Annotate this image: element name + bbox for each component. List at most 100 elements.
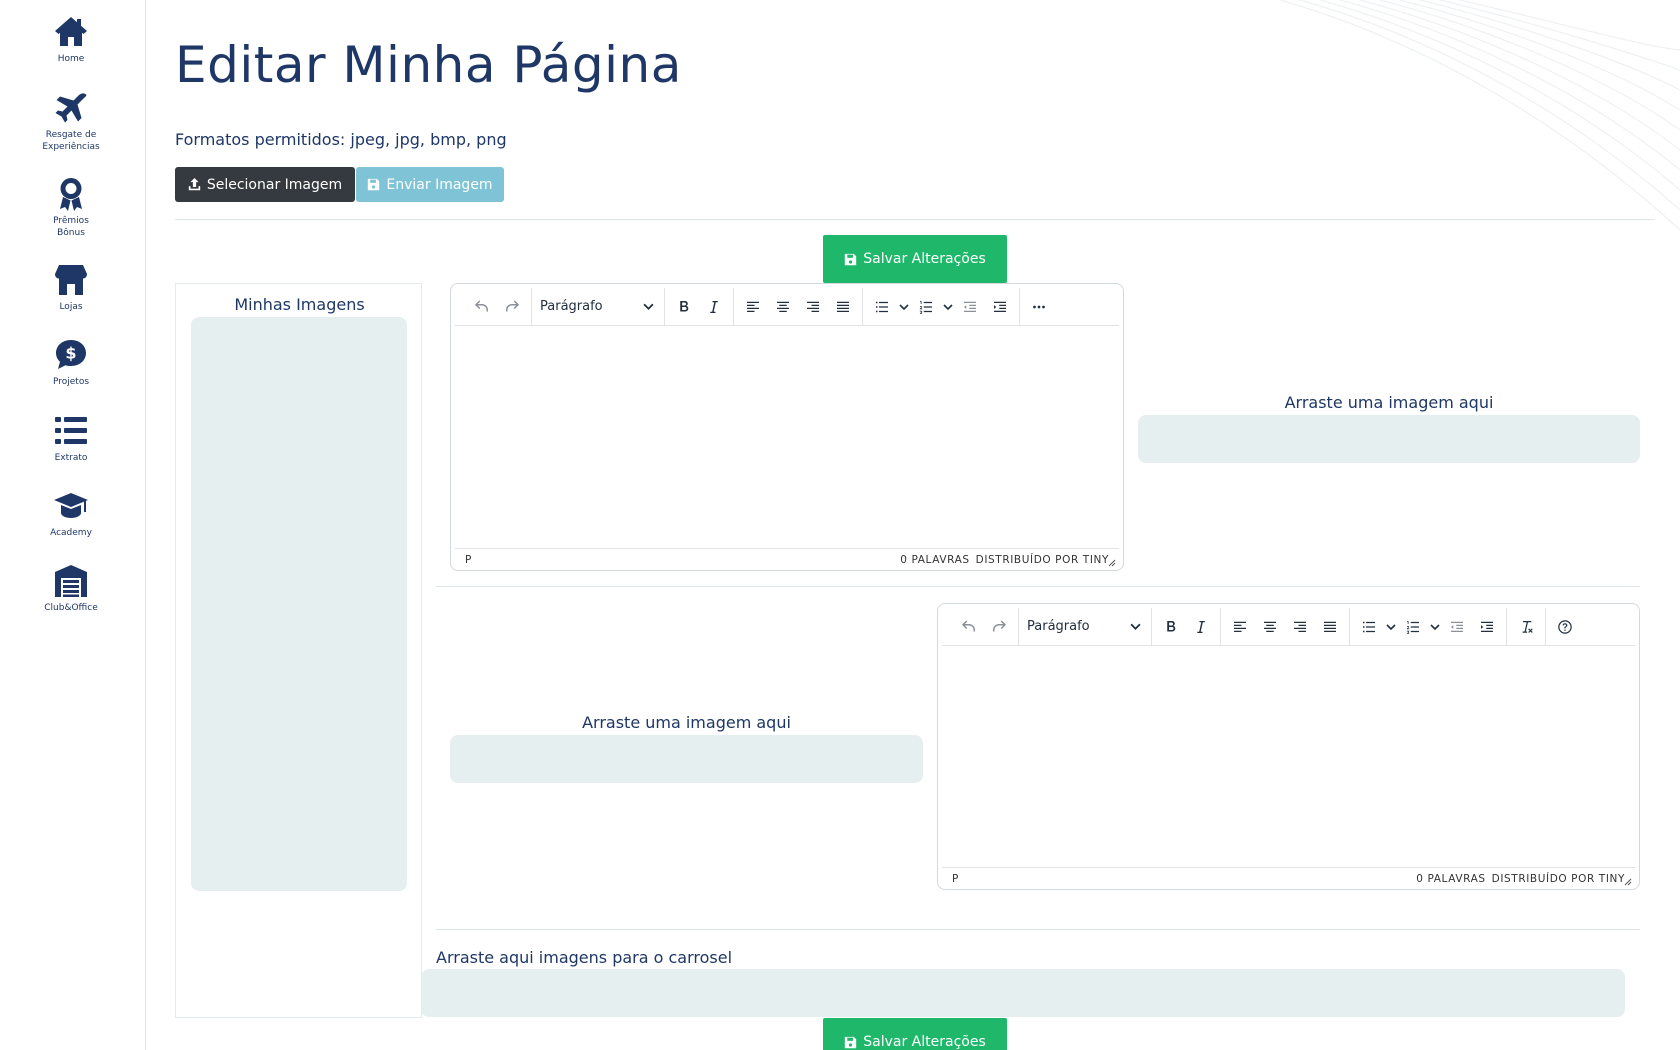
clear-formatting-button[interactable] [1511,612,1541,642]
chevron-down-icon [1130,623,1141,630]
image-dropzone-label-right: Arraste uma imagem aqui [1284,393,1494,412]
image-dropzone-label-left: Arraste uma imagem aqui [582,713,791,732]
sidebar-item-projects[interactable]: $ Projetos [0,337,142,388]
block-format-select[interactable]: Parágrafo [1023,612,1147,642]
indent-button[interactable] [1472,612,1502,642]
align-left-icon [1234,621,1246,632]
home-icon [55,17,87,46]
outdent-button[interactable] [1442,612,1472,642]
numbered-list-icon [919,300,932,314]
indent-button[interactable] [985,292,1015,322]
save-changes-button-bottom[interactable]: Salvar Alterações [823,1018,1007,1050]
align-center-button[interactable] [768,292,798,322]
sidebar-item-label: Club&Office [44,603,98,613]
redo-button[interactable] [984,612,1014,642]
italic-button[interactable] [1186,612,1216,642]
element-path[interactable]: P [952,873,959,885]
divider [436,929,1640,930]
floppy-disk-icon [845,1036,857,1048]
my-images-list[interactable] [191,317,407,891]
editor-statusbar: P 0 PALAVRAS DISTRIBUÍDO POR TINY [455,548,1119,570]
align-left-button[interactable] [1225,612,1255,642]
sidebar-item-label: Academy [50,528,92,538]
editor-content-area[interactable] [942,647,1635,865]
sidebar-item-stores[interactable]: Lojas [0,262,142,313]
outdent-button[interactable] [955,292,985,322]
rich-text-editor-2: Parágrafo P 0 PALAVRAS DISTRIBUÍDO POR T… [937,603,1640,890]
sidebar-item-label: Projetos [52,377,90,387]
list-icon [55,417,87,444]
word-count[interactable]: 0 PALAVRAS [900,554,969,566]
align-right-button[interactable] [1285,612,1315,642]
block-format-select[interactable]: Parágrafo [536,292,660,322]
send-image-label: Enviar Imagem [386,176,493,193]
outdent-icon [1451,621,1463,632]
sidebar-item-label: Prêmios Bônus [53,216,89,238]
chevron-down-icon [1430,623,1440,630]
resize-handle-icon[interactable] [1106,557,1116,567]
align-right-icon [807,301,819,312]
align-center-button[interactable] [1255,612,1285,642]
store-icon [55,265,87,295]
align-justify-button[interactable] [1315,612,1345,642]
sidebar-item-statement[interactable]: Extrato [0,413,142,464]
align-left-icon [747,301,759,312]
numbered-list-options[interactable] [941,292,955,322]
bold-button[interactable] [1156,612,1186,642]
floppy-disk-icon [845,253,857,265]
upload-icon [188,178,201,191]
sidebar-item-club-office[interactable]: Club&Office [0,563,142,614]
carousel-dropzone[interactable] [421,969,1625,1017]
align-justify-button[interactable] [828,292,858,322]
outdent-icon [964,301,976,312]
undo-button[interactable] [467,292,497,322]
image-dropzone-right[interactable] [1138,415,1640,463]
send-image-button[interactable]: Enviar Imagem [356,167,504,202]
word-count[interactable]: 0 PALAVRAS [1416,873,1485,885]
more-options-button[interactable] [1024,292,1054,322]
undo-button[interactable] [954,612,984,642]
select-image-label: Selecionar Imagem [206,176,343,193]
numbered-list-button[interactable] [1398,612,1428,642]
sidebar-item-home[interactable]: Home [0,14,142,65]
bullet-list-button[interactable] [867,292,897,322]
align-center-icon [1264,621,1276,632]
italic-button[interactable] [699,292,729,322]
help-button[interactable] [1550,612,1580,642]
chevron-down-icon [943,303,953,310]
numbered-list-options[interactable] [1428,612,1442,642]
bullet-list-options[interactable] [1384,612,1398,642]
my-images-title: Minhas Imagens [234,295,365,314]
align-left-button[interactable] [738,292,768,322]
italic-icon [1197,620,1205,633]
block-format-value: Parágrafo [1027,619,1090,634]
sidebar-item-bonus[interactable]: Prêmios Bônus [0,176,142,239]
svg-text:$: $ [65,344,76,363]
dollar-bubble-icon: $ [56,340,86,369]
chevron-down-icon [899,303,909,310]
tiny-branding-link[interactable]: DISTRIBUÍDO POR TINY [1492,873,1625,885]
align-right-button[interactable] [798,292,828,322]
tiny-branding-link[interactable]: DISTRIBUÍDO POR TINY [976,554,1109,566]
element-path[interactable]: P [465,554,472,566]
bold-icon [1167,620,1176,631]
bullet-list-options[interactable] [897,292,911,322]
sidebar-item-label: Resgate de Experiências [42,130,100,152]
bullet-list-button[interactable] [1354,612,1384,642]
save-changes-button-top[interactable]: Salvar Alterações [823,235,1007,283]
editor-content-area[interactable] [455,327,1119,545]
numbered-list-button[interactable] [911,292,941,322]
resize-handle-icon[interactable] [1622,876,1632,886]
sidebar-item-academy[interactable]: Academy [0,488,142,539]
sidebar-item-experiences[interactable]: Resgate de Experiências [0,90,142,153]
airplane-icon [55,93,87,123]
bold-button[interactable] [669,292,699,322]
image-dropzone-left[interactable] [450,735,923,783]
redo-button[interactable] [497,292,527,322]
bold-icon [680,300,689,311]
undo-icon [474,299,488,311]
sidebar-item-label: Extrato [54,453,88,463]
carousel-dropzone-label: Arraste aqui imagens para o carrosel [436,948,733,967]
my-images-panel: Minhas Imagens [175,283,422,1018]
select-image-button[interactable]: Selecionar Imagem [175,167,355,202]
